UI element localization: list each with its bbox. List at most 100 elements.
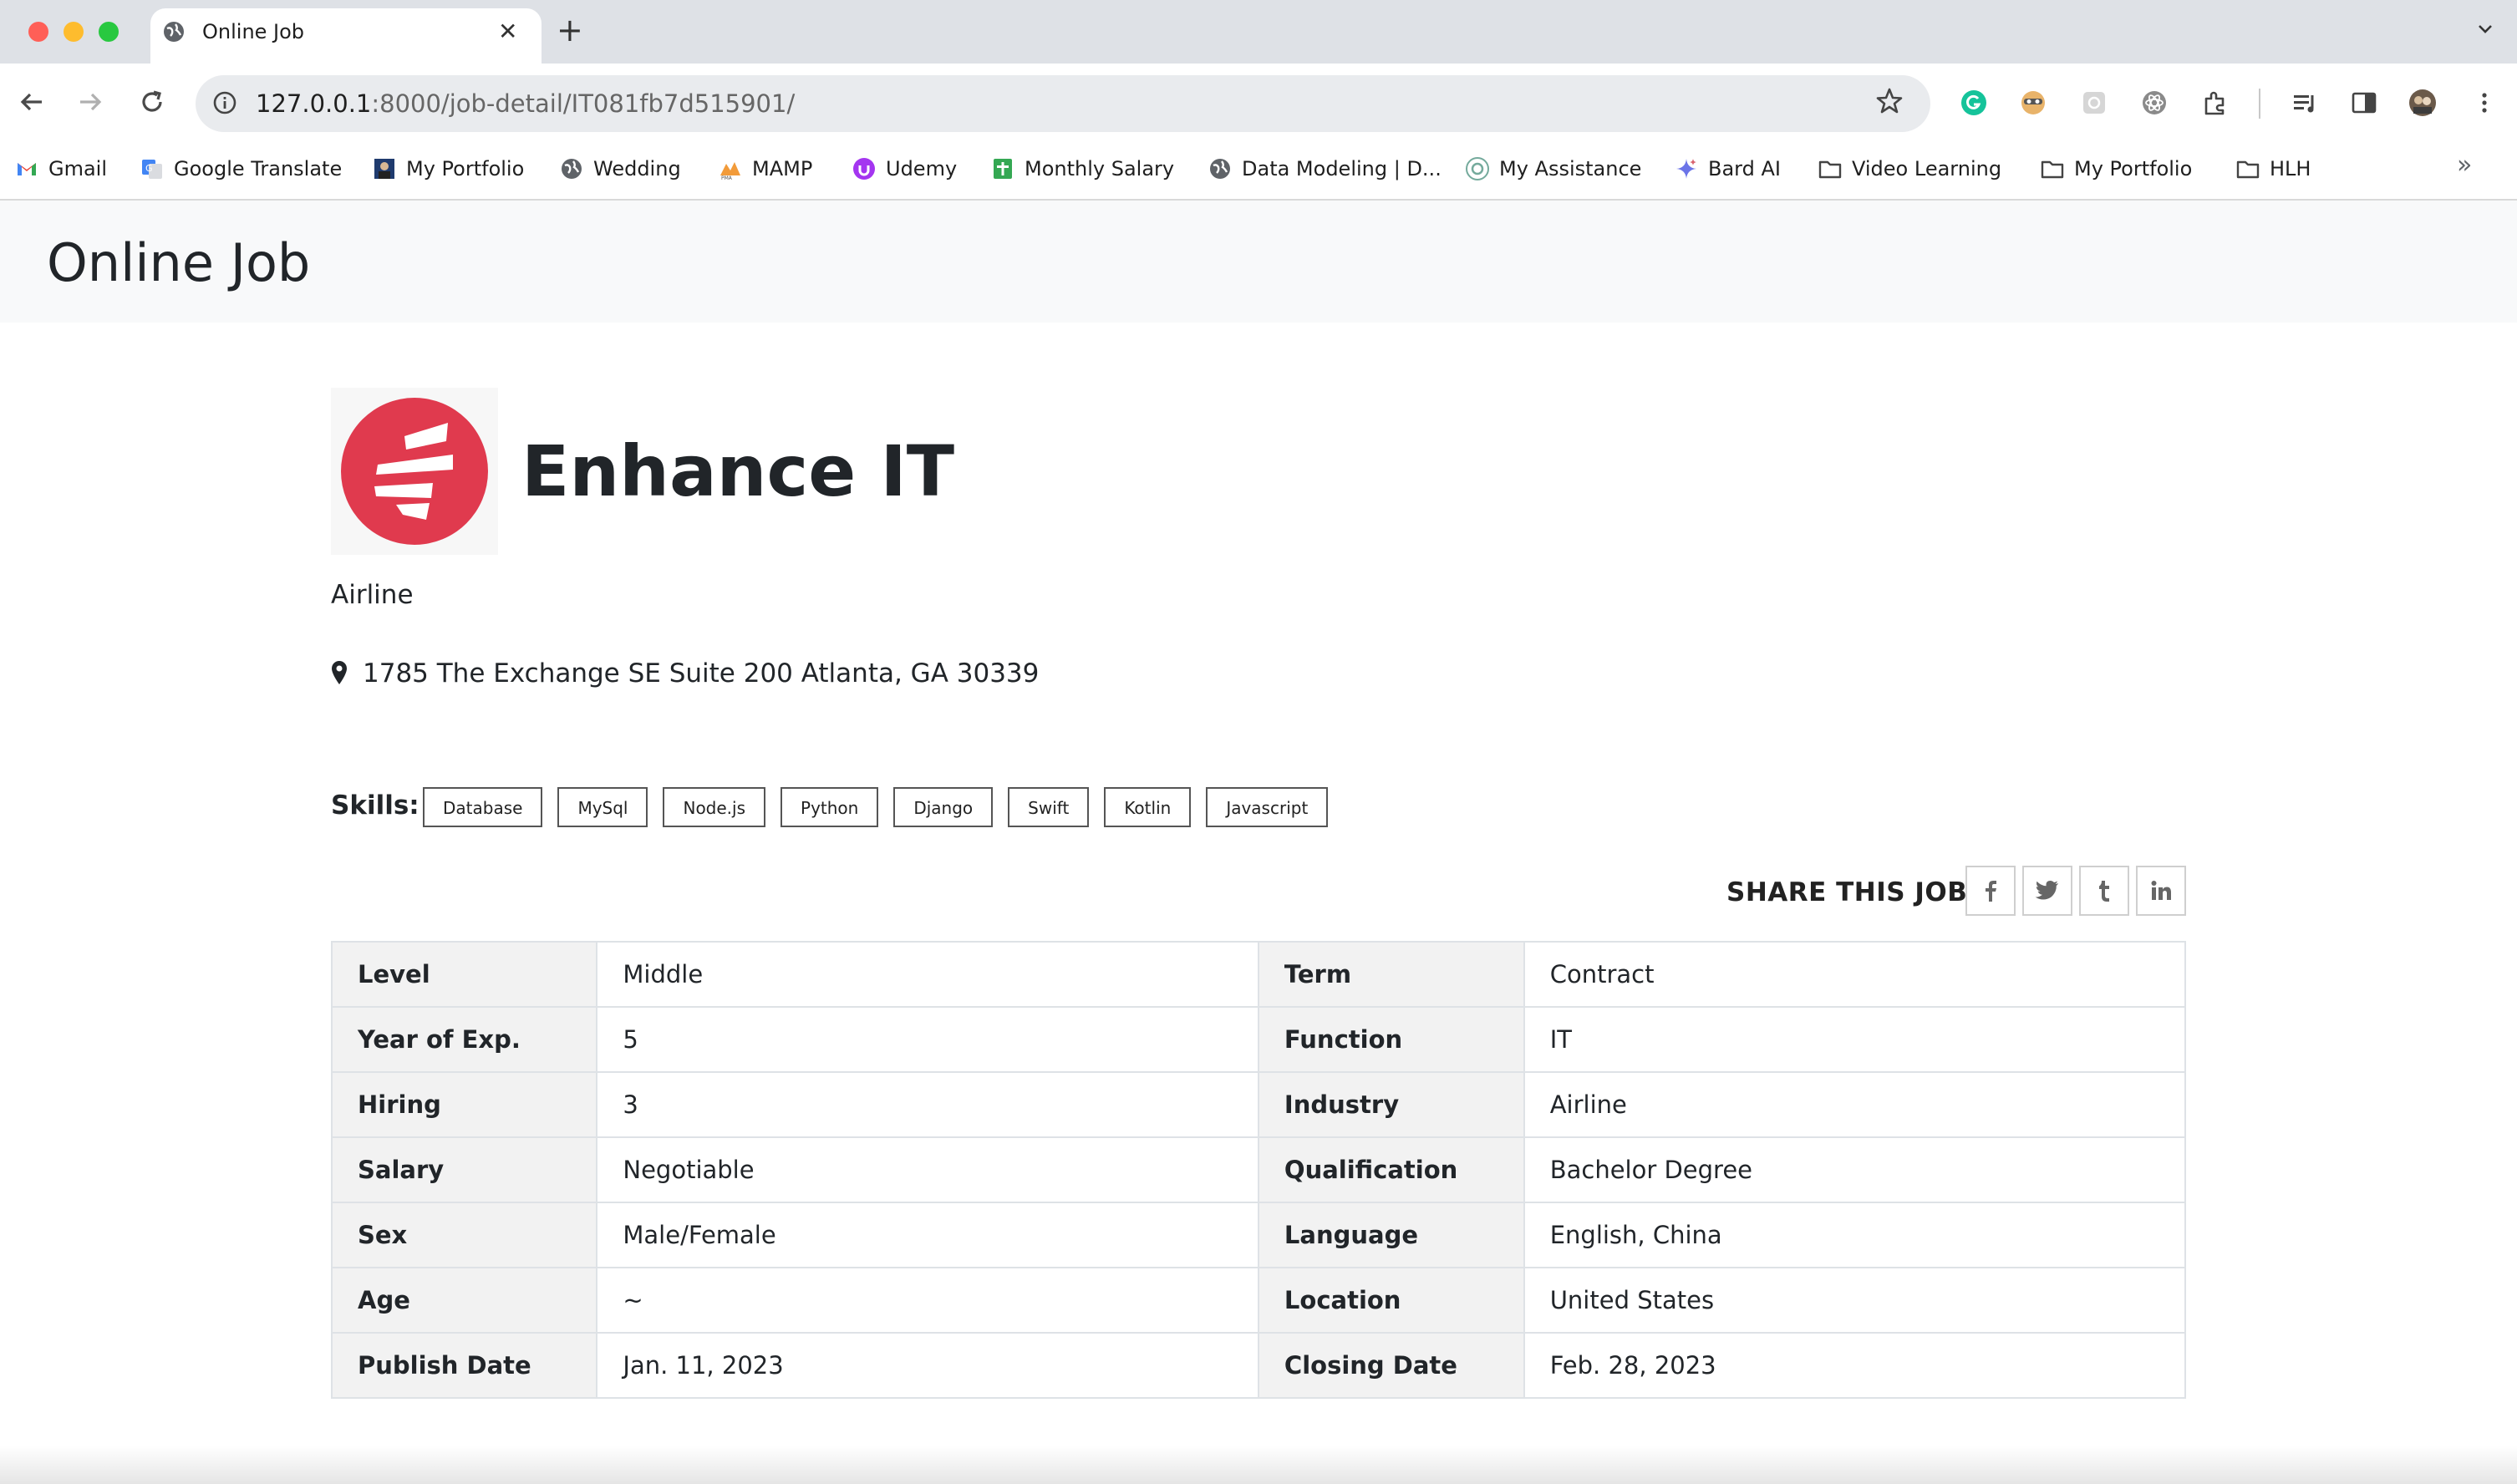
site-navbar bbox=[0, 201, 2517, 323]
bookmark-google-translate[interactable]: G Google Translate bbox=[140, 150, 342, 187]
skill-tag[interactable]: Kotlin bbox=[1104, 787, 1192, 827]
extension-face-icon[interactable] bbox=[2019, 89, 2047, 117]
spec-value: Bachelor Degree bbox=[1523, 1136, 2187, 1203]
bookmark-label: Data Modeling | D... bbox=[1242, 157, 1442, 180]
bookmark-data-modeling[interactable]: Data Modeling | D... bbox=[1208, 150, 1442, 187]
media-queue-icon[interactable] bbox=[2291, 89, 2320, 117]
spec-label: Age bbox=[330, 1267, 598, 1334]
spec-value: 5 bbox=[596, 1006, 1259, 1073]
extensions-puzzle-icon[interactable] bbox=[2201, 89, 2230, 117]
share-label: SHARE THIS JOB bbox=[1726, 877, 1968, 907]
bookmark-bard-ai[interactable]: Bard AI bbox=[1675, 150, 1781, 187]
spec-label: Hiring bbox=[330, 1071, 598, 1138]
side-panel-icon[interactable] bbox=[2350, 89, 2378, 117]
bookmark-label: Udemy bbox=[886, 157, 958, 180]
globe-icon bbox=[164, 22, 184, 42]
spec-label: Level bbox=[330, 941, 598, 1008]
minimize-window-button[interactable] bbox=[64, 22, 84, 42]
mamp-icon: PMA bbox=[720, 162, 740, 180]
bookmark-my-assistance[interactable]: My Assistance bbox=[1466, 150, 1641, 187]
spec-value: Middle bbox=[596, 941, 1259, 1008]
skill-tag[interactable]: Node.js bbox=[663, 787, 766, 827]
openai-icon bbox=[1466, 157, 1489, 180]
table-row: Sex Male/Female Language English, China bbox=[330, 1202, 2187, 1268]
bookmark-mamp[interactable]: PMA MAMP bbox=[719, 150, 812, 187]
skill-tag[interactable]: Swift bbox=[1008, 787, 1090, 827]
url-path: :8000/job-detail/IT081fb7d515901/ bbox=[371, 89, 796, 118]
table-row: Salary Negotiable Qualification Bachelor… bbox=[330, 1136, 2187, 1203]
bookmark-label: My Portfolio bbox=[406, 157, 525, 180]
bookmark-label: Video Learning bbox=[1852, 157, 2002, 180]
share-facebook-button[interactable] bbox=[1965, 866, 2016, 916]
skills-label: Skills: bbox=[331, 790, 420, 821]
spec-label: Location bbox=[1257, 1267, 1525, 1334]
skill-tag[interactable]: MySql bbox=[557, 787, 648, 827]
browser-menu-icon[interactable] bbox=[2470, 89, 2499, 117]
spec-value: Negotiable bbox=[596, 1136, 1259, 1203]
spec-value: United States bbox=[1523, 1267, 2187, 1334]
udemy-icon bbox=[853, 158, 875, 180]
tab-search-chevron-icon[interactable] bbox=[2475, 18, 2495, 38]
share-twitter-button[interactable] bbox=[2022, 866, 2072, 916]
spec-label: Language bbox=[1257, 1202, 1525, 1268]
spec-label: Publish Date bbox=[330, 1332, 598, 1399]
company-name: Enhance IT bbox=[521, 430, 955, 512]
share-linkedin-button[interactable] bbox=[2136, 866, 2186, 916]
forward-arrow-icon[interactable] bbox=[74, 85, 107, 119]
spec-label: Closing Date bbox=[1257, 1332, 1525, 1399]
skill-tag[interactable]: Javascript bbox=[1206, 787, 1329, 827]
bookmark-folder-hlh[interactable]: HLH bbox=[2236, 150, 2311, 187]
table-row: Publish Date Jan. 11, 2023 Closing Date … bbox=[330, 1332, 2187, 1399]
profile-avatar[interactable] bbox=[2408, 89, 2437, 117]
back-arrow-icon[interactable] bbox=[15, 85, 48, 119]
skill-tag[interactable]: Database bbox=[423, 787, 543, 827]
svg-text:G: G bbox=[145, 163, 153, 174]
bookmark-my-portfolio[interactable]: My Portfolio bbox=[373, 150, 524, 187]
share-tumblr-button[interactable] bbox=[2079, 866, 2129, 916]
bookmark-monthly-salary[interactable]: Monthly Salary bbox=[991, 150, 1174, 187]
globe-icon bbox=[1210, 159, 1230, 179]
folder-icon bbox=[2041, 160, 2064, 179]
spec-value: Feb. 28, 2023 bbox=[1523, 1332, 2187, 1399]
reload-icon[interactable] bbox=[135, 85, 169, 119]
url-text[interactable]: 127.0.0.1:8000/job-detail/IT081fb7d51590… bbox=[256, 87, 795, 120]
tumblr-icon bbox=[2099, 881, 2109, 902]
new-tab-button[interactable]: + bbox=[557, 13, 583, 47]
spec-value: Airline bbox=[1523, 1071, 2187, 1138]
spec-value: English, China bbox=[1523, 1202, 2187, 1268]
skill-tag[interactable]: Python bbox=[781, 787, 879, 827]
grammarly-icon[interactable] bbox=[1960, 89, 1988, 117]
bookmark-label: Google Translate bbox=[174, 157, 343, 180]
bookmark-udemy[interactable]: Udemy bbox=[852, 150, 957, 187]
tab-close-icon[interactable]: ✕ bbox=[498, 17, 517, 47]
job-specs-table: Level Middle Term Contract Year of Exp. … bbox=[330, 941, 2187, 1399]
more-bookmarks-chevron-icon[interactable]: » bbox=[2457, 150, 2472, 180]
spec-value: 3 bbox=[596, 1071, 1259, 1138]
bookmark-label: Wedding bbox=[593, 157, 681, 180]
bookmark-gmail[interactable]: Gmail bbox=[15, 150, 107, 187]
spec-label: Sex bbox=[330, 1202, 598, 1268]
bookmark-label: My Portfolio bbox=[2074, 157, 2193, 180]
folder-icon bbox=[2236, 160, 2260, 179]
translate-icon: G bbox=[142, 160, 162, 179]
maximize-window-button[interactable] bbox=[99, 22, 119, 42]
company-logo bbox=[331, 388, 498, 555]
site-brand[interactable]: Online Job bbox=[47, 226, 310, 301]
bookmark-label: Monthly Salary bbox=[1025, 157, 1175, 180]
site-info-icon[interactable] bbox=[212, 90, 237, 115]
extension-grid-icon[interactable] bbox=[2080, 89, 2108, 117]
bookmark-folder-my-portfolio[interactable]: My Portfolio bbox=[2041, 150, 2192, 187]
close-window-button[interactable] bbox=[28, 22, 48, 42]
svg-text:PMA: PMA bbox=[721, 175, 733, 180]
linkedin-icon bbox=[2151, 881, 2171, 900]
react-devtools-icon[interactable] bbox=[2140, 89, 2169, 117]
bookmark-wedding[interactable]: Wedding bbox=[560, 150, 681, 187]
bookmark-label: Bard AI bbox=[1708, 157, 1781, 180]
facebook-icon bbox=[1986, 881, 1996, 902]
bookmark-folder-video-learning[interactable]: Video Learning bbox=[1818, 150, 2001, 187]
spec-label: Qualification bbox=[1257, 1136, 1525, 1203]
bookmark-star-icon[interactable] bbox=[1875, 87, 1904, 115]
spec-label: Salary bbox=[330, 1136, 598, 1203]
bookmark-label: MAMP bbox=[752, 157, 813, 180]
skill-tag[interactable]: Django bbox=[893, 787, 994, 827]
